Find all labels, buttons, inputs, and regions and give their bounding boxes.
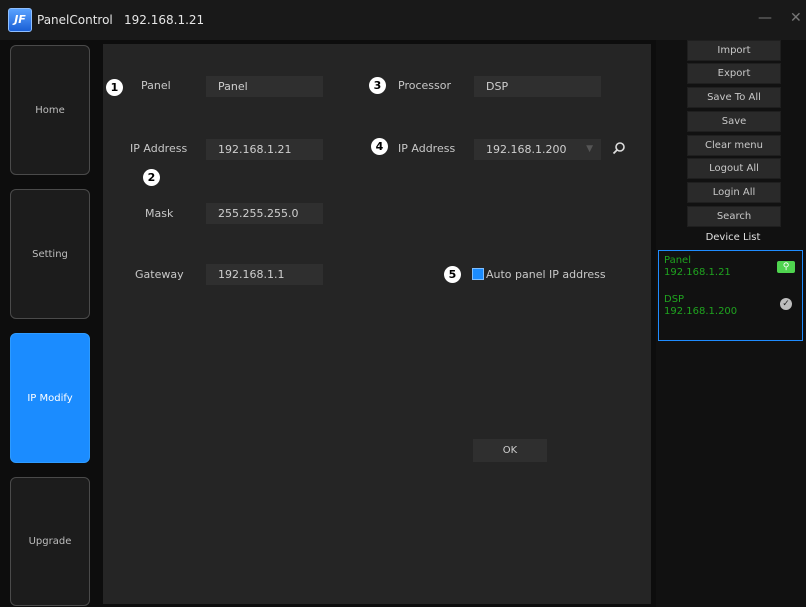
mask-field[interactable]: 255.255.255.0	[206, 203, 323, 224]
nav-home-button[interactable]: Home	[10, 45, 90, 175]
nav-setting-button[interactable]: Setting	[10, 189, 90, 319]
processor-ip-dropdown[interactable]: 192.168.1.200 ▼	[474, 139, 601, 160]
nav-ip-modify-button[interactable]: IP Modify	[10, 333, 90, 463]
gateway-field[interactable]: 192.168.1.1	[206, 264, 323, 285]
ok-button[interactable]: OK	[473, 439, 547, 462]
mask-label: Mask	[145, 207, 174, 220]
processor-field[interactable]: DSP	[474, 76, 601, 97]
app-logo: JF	[8, 8, 32, 32]
panel-label: Panel	[141, 79, 171, 92]
title-bar: JF PanelControl 192.168.1.21 — ✕	[0, 0, 806, 40]
ip-address-label: IP Address	[130, 142, 188, 155]
processor-ip-label: IP Address	[398, 142, 456, 155]
panel-name-field[interactable]: Panel	[206, 76, 323, 97]
right-sidebar: Import Export Save To All Save Clear men…	[656, 40, 806, 607]
check-icon: ✓	[780, 298, 792, 310]
panel-ip-field[interactable]: 192.168.1.21	[206, 139, 323, 160]
search-icon[interactable]	[612, 141, 626, 155]
clear-menu-button[interactable]: Clear menu	[687, 135, 781, 156]
close-button[interactable]: ✕	[790, 10, 802, 26]
save-button[interactable]: Save	[687, 111, 781, 132]
dropdown-arrow-icon[interactable]: ▼	[586, 139, 593, 160]
auto-ip-checkbox[interactable]	[472, 268, 484, 280]
nav-upgrade-button[interactable]: Upgrade	[10, 477, 90, 606]
device-list: Panel 192.168.1.21 DSP 192.168.1.200 ⚲ ✓	[658, 250, 803, 341]
device-name[interactable]: Panel	[664, 255, 691, 266]
minimize-button[interactable]: —	[758, 10, 772, 26]
window-ip: 192.168.1.21	[124, 13, 205, 27]
marker-2: 2	[143, 169, 160, 186]
marker-4: 4	[371, 138, 388, 155]
auto-ip-label: Auto panel IP address	[486, 268, 606, 281]
import-button[interactable]: Import	[687, 40, 781, 61]
login-all-button[interactable]: Login All	[687, 182, 781, 203]
device-ip: 192.168.1.200	[664, 306, 738, 317]
gateway-label: Gateway	[135, 268, 184, 281]
marker-1: 1	[106, 79, 123, 96]
export-button[interactable]: Export	[687, 63, 781, 84]
search-button[interactable]: Search	[687, 206, 781, 227]
logout-all-button[interactable]: Logout All	[687, 158, 781, 179]
device-name[interactable]: DSP	[664, 294, 684, 305]
device-list-title: Device List	[705, 232, 761, 243]
marker-3: 3	[369, 77, 386, 94]
save-to-all-button[interactable]: Save To All	[687, 87, 781, 108]
marker-5: 5	[444, 266, 461, 283]
device-ip: 192.168.1.21	[664, 267, 731, 278]
app-title: PanelControl	[37, 13, 113, 27]
link-icon: ⚲	[777, 261, 795, 273]
ip-modify-panel: 1 2 3 4 5 Panel Panel IP Address 192.168…	[103, 44, 651, 604]
processor-ip-value: 192.168.1.200	[486, 143, 567, 156]
processor-label: Processor	[398, 79, 451, 92]
